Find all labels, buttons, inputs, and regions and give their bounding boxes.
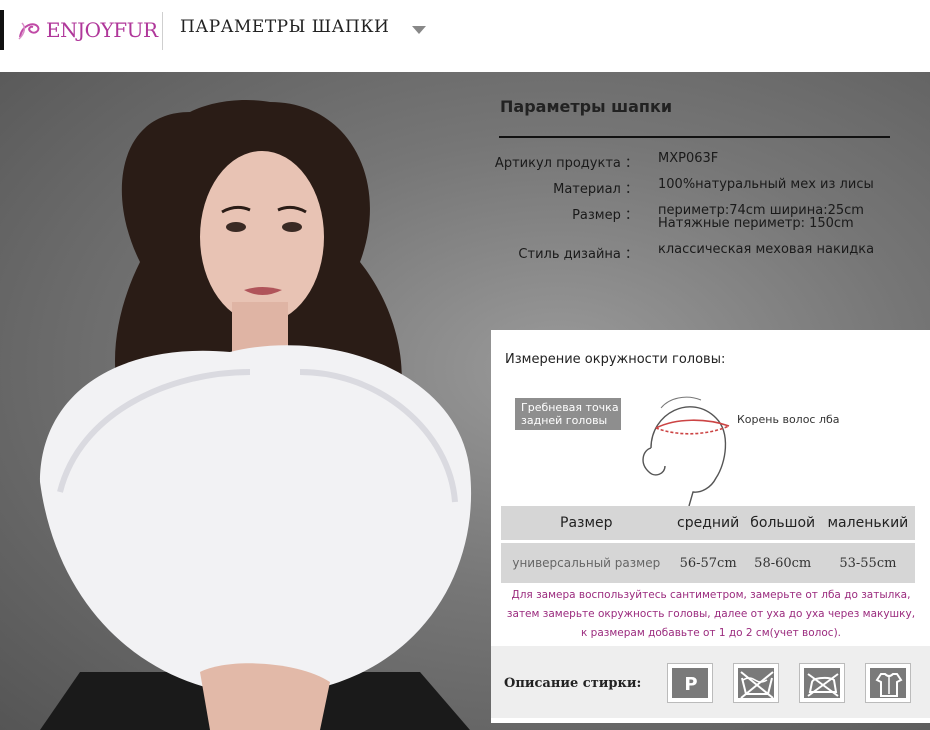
size-table: Размер средний большой маленький универс… (501, 506, 915, 583)
spec-label: Размер ： (572, 208, 638, 223)
specs-divider (499, 136, 890, 138)
size-table-header: Размер (501, 506, 672, 543)
spec-value-line: Натяжные периметр: 150cm (658, 216, 854, 231)
spec-value: периметр:74cm ширина:25cm Натяжные перим… (658, 204, 918, 230)
spec-label: Материал ： (553, 182, 638, 197)
spec-value: 100%натуральный мех из лисы (658, 177, 874, 192)
no-hand-wash-icon (733, 663, 779, 703)
size-table-header: большой (744, 506, 821, 543)
size-table-cell: 58-60cm (744, 541, 821, 583)
spec-value: классическая меховая накидка (658, 242, 875, 257)
dry-clean-letter: P (684, 674, 697, 695)
size-table-header-row: Размер средний большой маленький (501, 506, 915, 543)
instruction-line: затем замерьте окружность головы, далее … (506, 608, 916, 620)
hang-dry-icon (865, 663, 911, 703)
size-guide-panel: Измерение окружности головы: Гребневая т… (491, 330, 930, 723)
spec-label: Артикул продукта ： (494, 156, 638, 171)
spec-label: Стиль дизайна ： (518, 247, 638, 262)
size-table-row-label: универсальный размер (501, 541, 672, 583)
size-table-header: маленький (820, 506, 915, 543)
forehead-root-label: Корень волос лба (737, 413, 840, 426)
page-header: ENJOYFUR ПАРАМЕТРЫ ШАПКИ (0, 0, 930, 72)
instruction-line: к размерам добавьте от 1 до 2 см(учет во… (581, 627, 841, 639)
head-measure-illustration (642, 396, 730, 507)
instruction-line: Для замера воспользуйтесь сантиметром, з… (511, 589, 911, 601)
page-title: ПАРАМЕТРЫ ШАПКИ (180, 17, 390, 37)
spec-value: MXP063F (658, 151, 719, 166)
size-table-cell: 56-57cm (671, 541, 745, 583)
logo-swirl-icon (18, 22, 40, 40)
model-photo (40, 100, 472, 730)
size-table-header: средний (671, 506, 745, 543)
dry-clean-p-icon: P (667, 663, 713, 703)
back-point-label: Гребневая точка задней головы (515, 398, 621, 430)
specs-title: Параметры шапки (500, 97, 673, 116)
measure-instructions: Для замера воспользуйтесь сантиметром, з… (501, 586, 921, 643)
chevron-down-icon[interactable] (412, 26, 426, 34)
no-iron-icon (799, 663, 845, 703)
header-accent-bar (0, 10, 4, 50)
header-divider (162, 12, 163, 50)
washing-label: Описание стирки: (504, 676, 642, 691)
logo-text: ENJOYFUR (46, 18, 158, 42)
table-row: универсальный размер 56-57cm 58-60cm 53-… (501, 541, 915, 583)
size-guide-title: Измерение окружности головы: (505, 352, 726, 367)
brand-logo[interactable]: ENJOYFUR (16, 12, 158, 48)
size-table-cell: 53-55cm (820, 541, 915, 583)
